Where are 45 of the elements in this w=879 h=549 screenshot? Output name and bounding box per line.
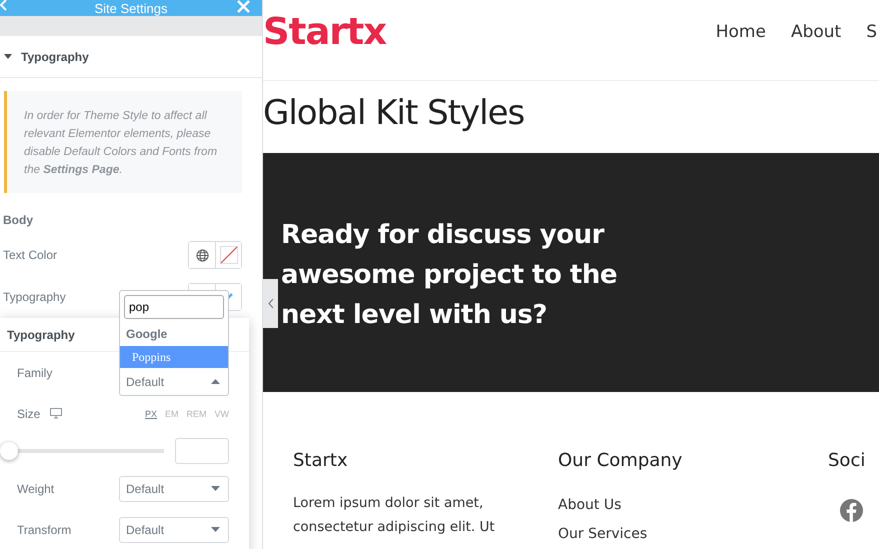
footer-heading: Startx [293, 450, 349, 471]
footer-text: Lorem ipsum dolor sit amet, [293, 494, 484, 513]
color-swatch[interactable] [215, 242, 241, 268]
notice-text: In order for Theme Style to affect all relevant Elementor elements, please disable Default Colors and Fonts from the Settings Page. [4, 91, 242, 193]
select-field[interactable]: Default [120, 368, 228, 395]
collapse-handle[interactable] [263, 279, 278, 328]
field-label: Weight [17, 482, 54, 496]
footer-heading: Soci [828, 450, 866, 471]
unit-tab[interactable]: PX [144, 408, 157, 418]
footer-link[interactable]: About Us [558, 491, 828, 520]
slider-thumb[interactable] [0, 442, 18, 460]
desktop-icon[interactable] [50, 408, 62, 419]
close-icon[interactable] [237, 0, 250, 13]
footer-heading: Our Company [558, 450, 684, 471]
nav-link[interactable]: Home [716, 22, 766, 42]
field-label: Transform [17, 522, 72, 536]
field-label: Family [17, 366, 52, 380]
row-label: Text Color [3, 248, 58, 262]
row-label: Typography [3, 290, 66, 304]
select-field[interactable]: Default [119, 476, 229, 502]
facebook-icon[interactable] [840, 499, 863, 522]
font-dropdown[interactable]: pop Google Poppins Default [119, 290, 229, 396]
caret-icon [211, 486, 220, 491]
option-group-label: Google [125, 326, 168, 343]
caret-icon [211, 527, 220, 532]
search-field[interactable]: pop [124, 295, 224, 319]
hero-heading: awesome project to the [281, 258, 618, 292]
footer-text: consectetur adipiscing elit. Ut [293, 518, 496, 537]
back-icon[interactable] [0, 0, 7, 12]
footer-link[interactable]: Our Services [558, 520, 828, 549]
section-header[interactable]: Typography [0, 36, 262, 78]
number-field[interactable] [175, 438, 229, 464]
group-heading: Body [3, 213, 34, 227]
popover-title: Typography [7, 328, 75, 342]
page-title: Global Kit Styles [263, 92, 526, 135]
select-field[interactable]: Default [119, 516, 229, 542]
hero-heading: next level with us? [281, 298, 548, 332]
font-option[interactable]: Poppins [120, 346, 228, 368]
site-logo[interactable]: Startx [263, 10, 386, 53]
caret-icon [211, 379, 220, 384]
panel-title: Site Settings [94, 2, 168, 16]
nav-link[interactable]: S [866, 22, 877, 42]
hero-heading: Ready for discuss your [281, 218, 606, 252]
nav-link[interactable]: About [790, 22, 842, 42]
field-label: Size [17, 406, 40, 420]
